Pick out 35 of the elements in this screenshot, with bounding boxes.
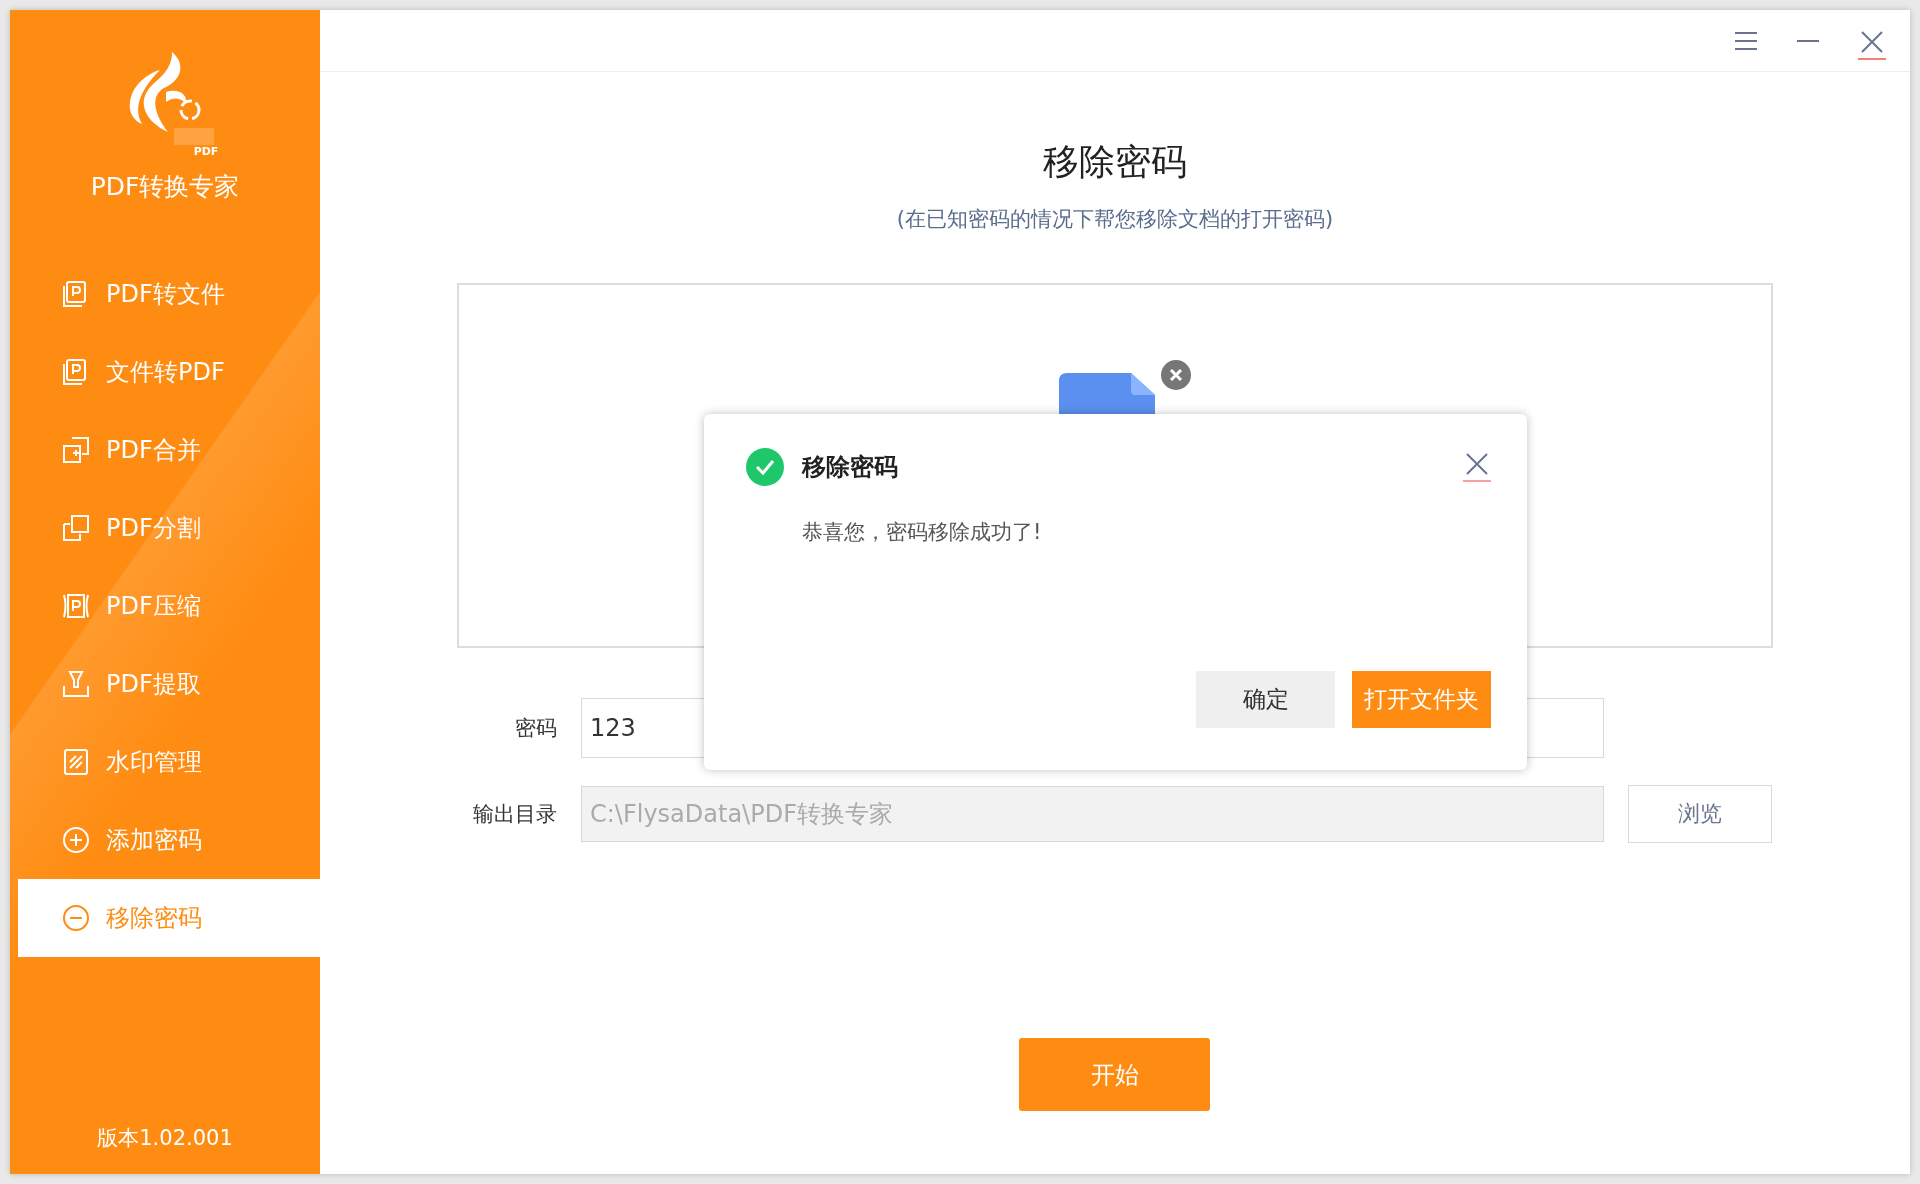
success-check-icon [746, 448, 784, 486]
logo-label: PDF [192, 144, 220, 160]
sidebar-item[interactable]: PDF分割 [18, 489, 320, 567]
close-icon[interactable] [1463, 452, 1491, 482]
field-label: 输出目录 [472, 801, 557, 828]
app-name: PDF转换专家 [90, 171, 240, 203]
sidebar-item[interactable]: PDF转文件 [18, 255, 320, 333]
close-icon[interactable] [1858, 29, 1886, 60]
confirm-button[interactable]: 确定 [1196, 671, 1335, 728]
sidebar-item[interactable]: 水印管理 [18, 723, 320, 801]
sidebar-item[interactable]: PDF合并 [18, 411, 320, 489]
sidebar-item[interactable]: PDF提取 [18, 645, 320, 723]
sidebar-item[interactable]: PDF压缩 [18, 567, 320, 645]
menu-icon[interactable] [1734, 30, 1758, 51]
watermark-icon [62, 748, 90, 776]
split-icon [62, 514, 90, 542]
browse-button[interactable]: 浏览 [1628, 785, 1772, 843]
sidebar-item[interactable]: 移除密码 [18, 879, 320, 957]
dialog-title: 移除密码 [802, 452, 898, 483]
compress-icon [62, 592, 90, 620]
page-title: 移除密码 [1042, 140, 1188, 184]
minimize-icon[interactable] [1796, 38, 1820, 43]
field-label: 密码 [514, 715, 557, 742]
sidebar-item[interactable]: 文件转PDF [18, 333, 320, 411]
funnel-icon [62, 670, 90, 698]
open-folder-button[interactable]: 打开文件夹 [1352, 671, 1491, 728]
page-subtitle: (在已知密码的情况下帮您移除文档的打开密码) [895, 206, 1335, 233]
start-button[interactable]: 开始 [1019, 1038, 1210, 1111]
merge-icon [62, 436, 90, 464]
minus-circle-icon [62, 904, 90, 932]
dialog-message: 恭喜您，密码移除成功了! [802, 519, 1043, 546]
remove-file-icon[interactable] [1160, 359, 1192, 391]
plus-circle-icon [62, 826, 90, 854]
sidebar-item[interactable]: 添加密码 [18, 801, 320, 879]
version-label: 版本1.02.001 [96, 1125, 234, 1152]
